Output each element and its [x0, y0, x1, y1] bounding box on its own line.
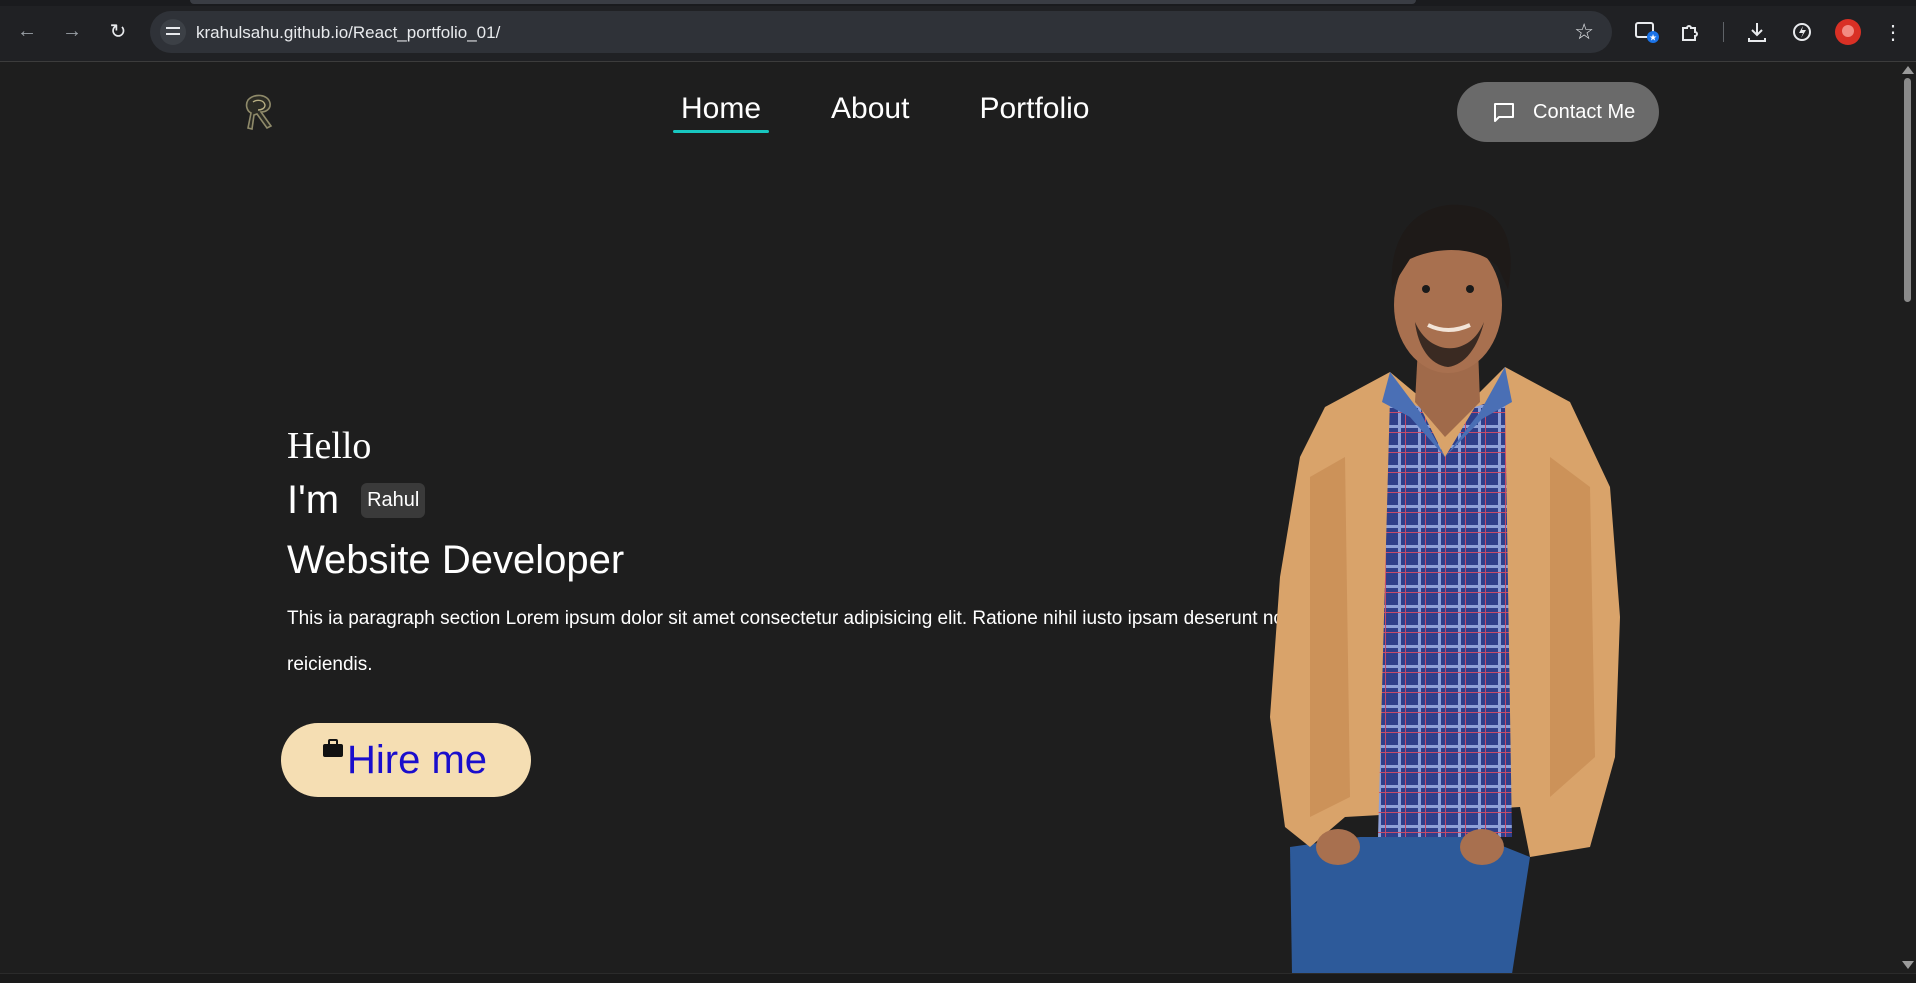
- toolbar-divider: [1723, 22, 1724, 42]
- contact-me-button[interactable]: Contact Me: [1457, 82, 1659, 142]
- more-menu-icon[interactable]: ⋮: [1879, 18, 1907, 46]
- profile-photo: [1270, 204, 1620, 973]
- hero-role: Website Developer: [287, 538, 625, 582]
- contact-me-label: Contact Me: [1533, 100, 1636, 123]
- nav-link-home[interactable]: Home: [673, 92, 770, 133]
- hero-paragraph: This ia paragraph section Lorem ipsum do…: [287, 608, 1332, 675]
- briefcase-icon: [323, 739, 343, 757]
- hero-im-text: I'm: [287, 478, 340, 522]
- performance-icon[interactable]: [1788, 18, 1816, 46]
- address-bar[interactable]: krahulsahu.github.io/React_portfolio_01/…: [150, 11, 1612, 53]
- tab-strip: [0, 0, 1916, 6]
- active-tab-edge[interactable]: [190, 0, 1416, 4]
- extensions-icon[interactable]: [1677, 18, 1705, 46]
- name-badge: Rahul: [361, 483, 426, 518]
- scroll-up-arrow-icon[interactable]: [1902, 66, 1914, 74]
- main-nav: Home About Portfolio: [673, 92, 1098, 133]
- site-info-icon[interactable]: [160, 19, 186, 45]
- hire-me-button[interactable]: Hire me: [281, 723, 531, 797]
- scrollbar-thumb[interactable]: [1904, 78, 1911, 302]
- site-logo[interactable]: [242, 92, 276, 132]
- reload-icon[interactable]: ↻: [103, 16, 133, 46]
- hire-me-label: Hire me: [347, 737, 488, 782]
- page-viewport: Home About Portfolio Contact Me Hello I'…: [0, 62, 1898, 973]
- browser-toolbar: ← → ↻ krahulsahu.github.io/React_portfol…: [0, 0, 1916, 62]
- nav-link-about[interactable]: About: [823, 92, 917, 132]
- back-arrow-icon[interactable]: ←: [12, 16, 42, 46]
- downloads-icon[interactable]: [1743, 18, 1771, 46]
- hero-section: Hello I'm Rahul Website Developer This i…: [287, 424, 1331, 675]
- bookmark-star-icon[interactable]: ☆: [1574, 19, 1594, 45]
- scroll-down-arrow-icon[interactable]: [1902, 961, 1914, 969]
- url-text[interactable]: krahulsahu.github.io/React_portfolio_01/: [196, 23, 500, 43]
- forward-arrow-icon[interactable]: →: [57, 16, 87, 46]
- nav-link-portfolio[interactable]: Portfolio: [971, 92, 1097, 132]
- hero-name-row: I'm Rahul: [287, 478, 426, 523]
- bottom-shelf: [0, 973, 1916, 983]
- page-scrollbar[interactable]: [1898, 62, 1916, 973]
- profile-avatar[interactable]: [1835, 19, 1861, 45]
- hero-greeting: Hello: [287, 425, 372, 467]
- chat-icon: [1494, 103, 1514, 122]
- tab-search-icon[interactable]: ★: [1633, 18, 1661, 46]
- svg-text:★: ★: [1649, 34, 1657, 44]
